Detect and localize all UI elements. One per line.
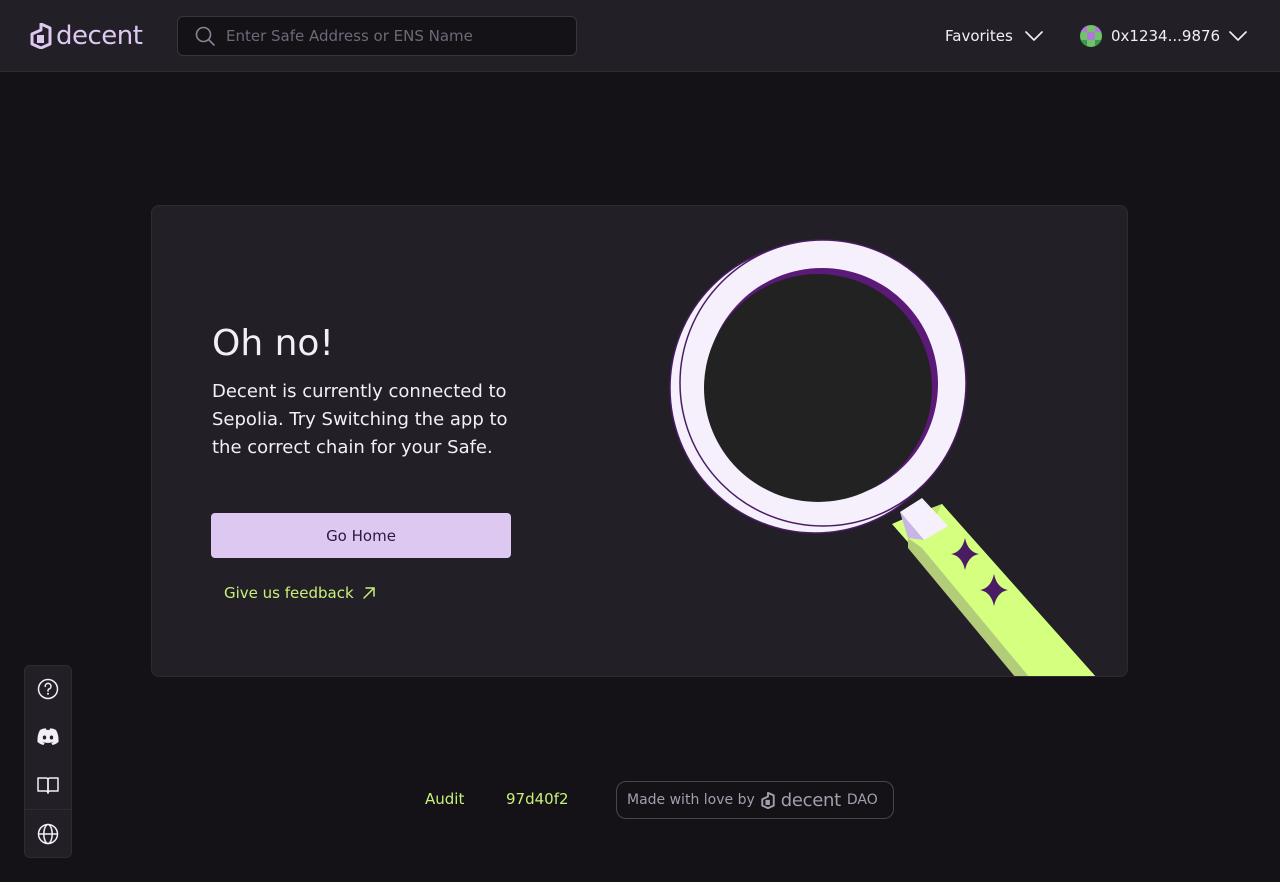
magnifying-glass-illustration (669, 239, 1096, 676)
wrong-network-card: Oh no! Decent is currently connected to … (151, 205, 1128, 677)
docs-button[interactable] (25, 762, 71, 808)
search-box[interactable] (177, 16, 577, 56)
page-title: Oh no! (212, 323, 334, 364)
globe-icon (37, 823, 59, 845)
sidebar-divider (25, 809, 71, 810)
arrow-up-right-icon (362, 587, 375, 599)
top-header: decent Favorites 0x1234...9876 (0, 0, 1280, 72)
made-with-suffix: DAO (846, 792, 878, 808)
chevron-down-icon (1024, 31, 1043, 41)
favorites-label: Favorites (945, 27, 1013, 45)
decent-logo-icon (761, 791, 775, 809)
discord-icon (37, 728, 59, 745)
account-menu[interactable]: 0x1234...9876 (1080, 24, 1247, 48)
go-home-button[interactable]: Go Home (211, 513, 511, 558)
language-button[interactable] (25, 811, 71, 857)
help-icon (37, 678, 59, 700)
made-with-logo-text: decent (780, 789, 841, 811)
commit-hash-link[interactable]: 97d40f2 (506, 790, 569, 808)
help-button[interactable] (25, 666, 71, 712)
decent-logo[interactable]: decent (30, 20, 143, 52)
error-description: Decent is currently connected to Sepolia… (212, 381, 508, 458)
decent-logo-icon (30, 23, 52, 49)
avatar (1080, 25, 1102, 47)
favorites-menu[interactable]: Favorites (945, 24, 1043, 48)
account-address: 0x1234...9876 (1111, 27, 1221, 45)
made-with-prefix: Made with love by (627, 792, 755, 808)
logo-text: decent (56, 21, 143, 51)
search-icon (195, 26, 215, 46)
discord-button[interactable] (25, 714, 71, 760)
feedback-link[interactable]: Give us feedback (224, 584, 376, 602)
feedback-label: Give us feedback (224, 584, 354, 602)
chevron-down-icon (1229, 31, 1247, 41)
help-sidebar (24, 665, 72, 858)
audit-link[interactable]: Audit (425, 790, 464, 808)
made-with-love-badge[interactable]: Made with love by decent DAO (616, 781, 894, 819)
search-input[interactable] (226, 27, 556, 45)
docs-book-icon (37, 777, 59, 794)
